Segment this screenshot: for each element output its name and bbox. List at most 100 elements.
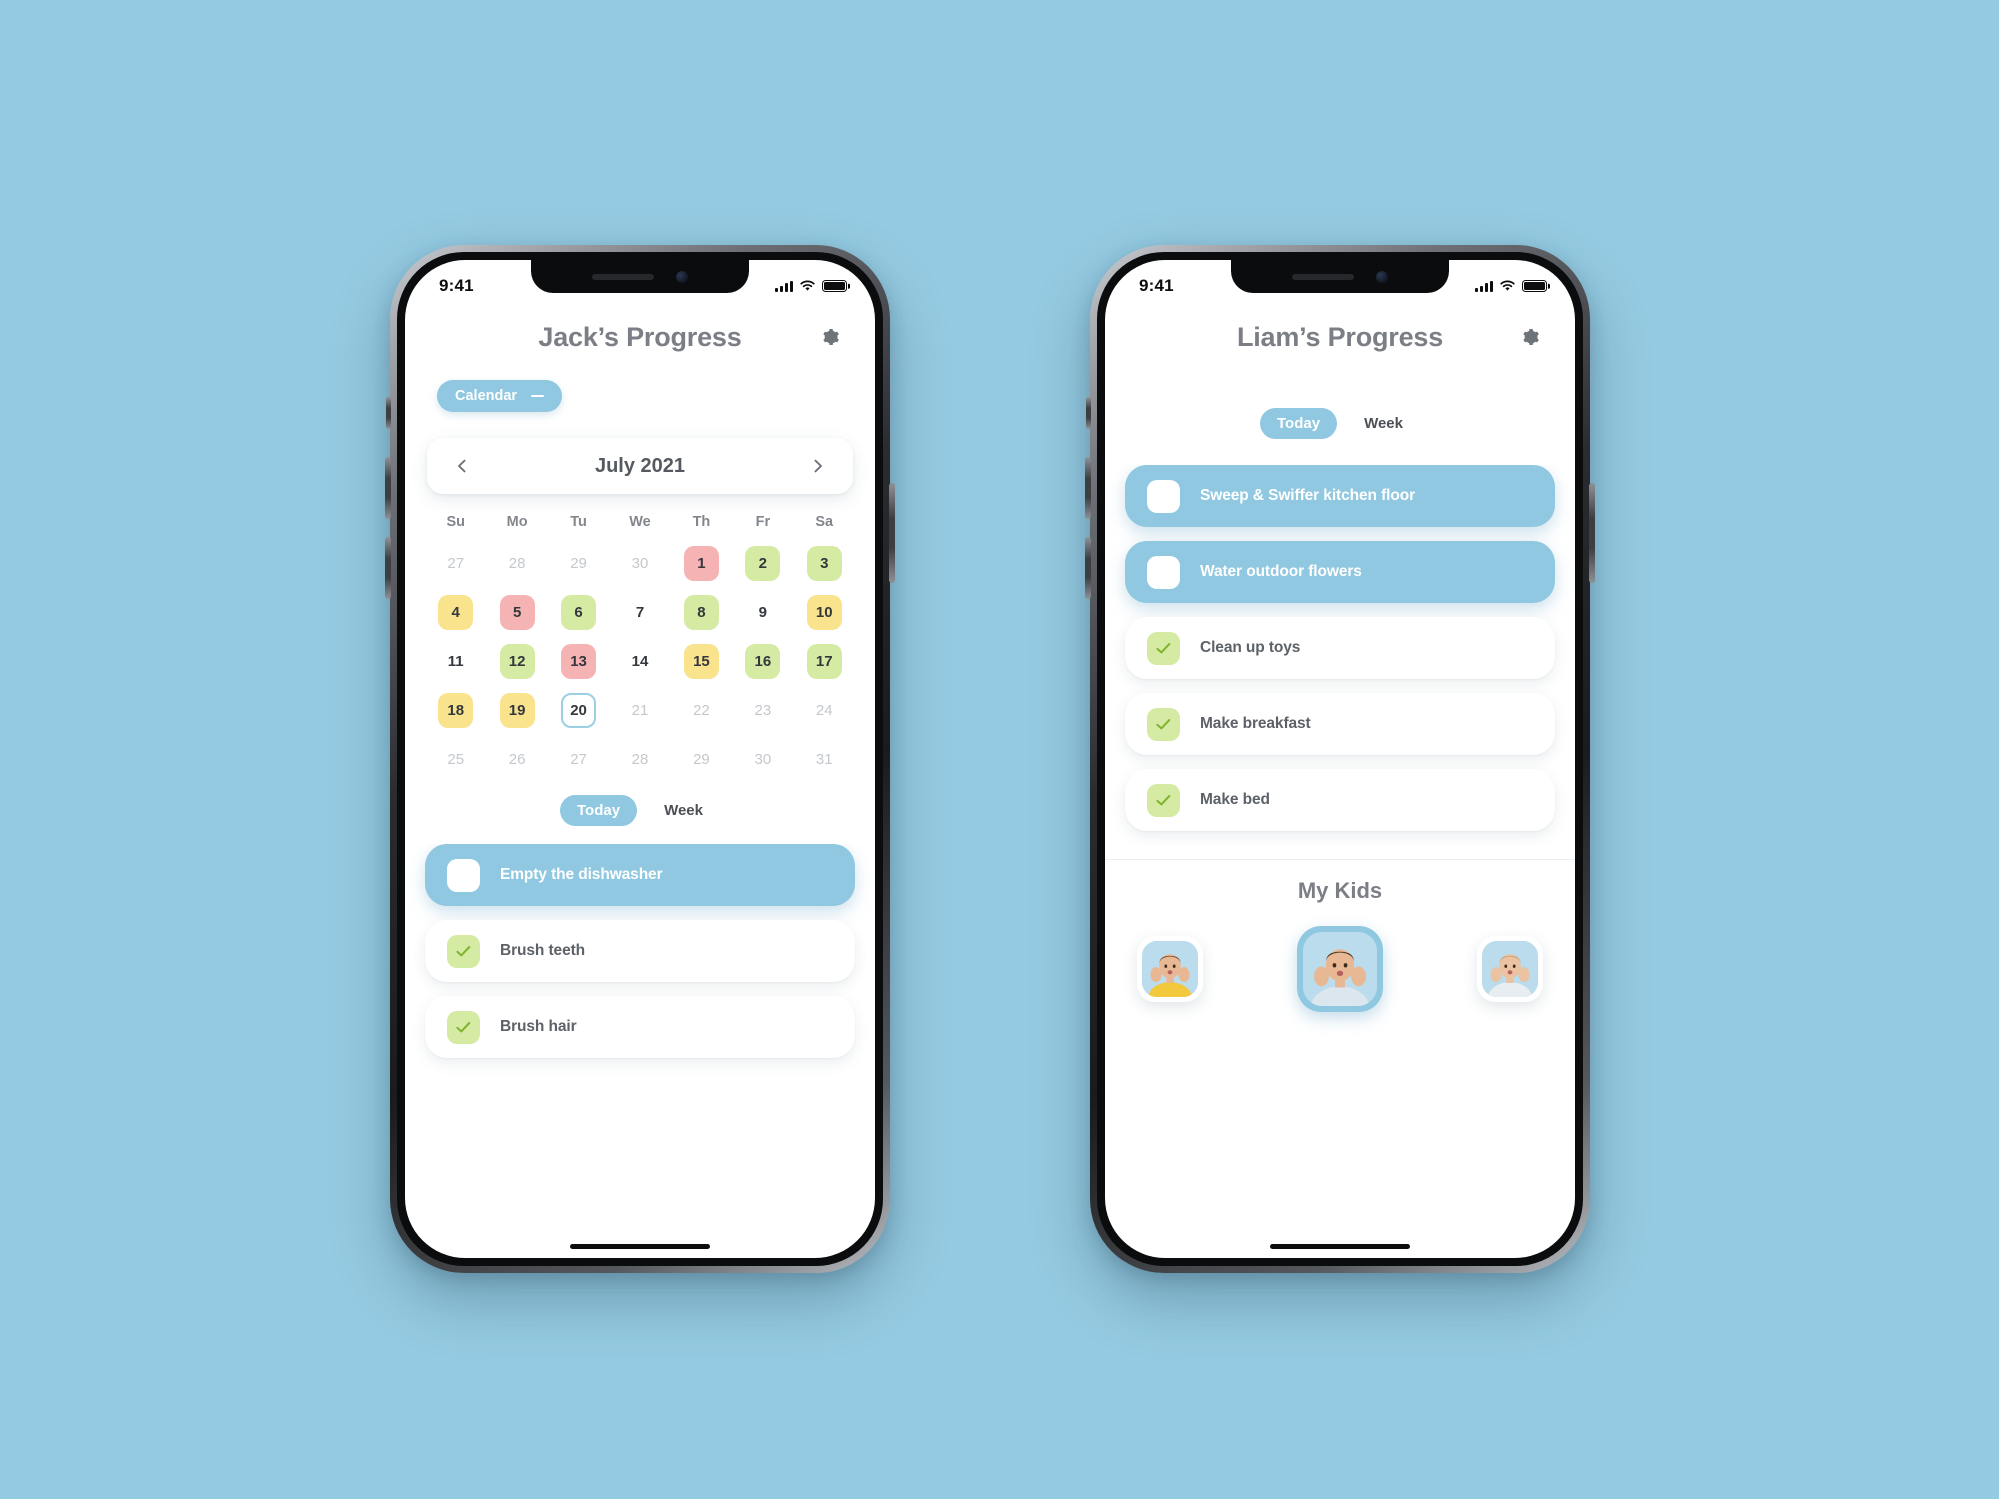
calendar-day-cell[interactable]: 23 [732, 687, 793, 733]
calendar-day-cell[interactable]: 31 [794, 736, 855, 782]
calendar-day-cell[interactable]: 6 [548, 589, 609, 635]
calendar-day-cell[interactable]: 27 [425, 540, 486, 586]
calendar-day-cell[interactable]: 9 [732, 589, 793, 635]
calendar-day-cell[interactable]: 28 [486, 540, 547, 586]
calendar-day-cell[interactable]: 5 [486, 589, 547, 635]
calendar-day-4[interactable]: 4 [438, 594, 474, 630]
task-checkbox-checked[interactable] [1147, 631, 1180, 665]
calendar-day-29[interactable]: 29 [561, 546, 596, 581]
silent-switch[interactable] [386, 397, 391, 429]
kid-avatar-3[interactable] [1477, 936, 1543, 1002]
calendar-day-11[interactable]: 11 [438, 644, 473, 679]
calendar-day-cell[interactable]: 30 [732, 736, 793, 782]
task-row[interactable]: Brush hair [425, 996, 855, 1058]
calendar-day-3[interactable]: 3 [806, 545, 842, 581]
calendar-day-cell[interactable]: 7 [609, 589, 670, 635]
calendar-day-cell[interactable]: 29 [548, 540, 609, 586]
kid-avatar-1[interactable] [1137, 936, 1203, 1002]
calendar-day-21[interactable]: 21 [622, 693, 657, 728]
calendar-day-cell[interactable]: 29 [671, 736, 732, 782]
calendar-day-5[interactable]: 5 [499, 594, 535, 630]
tab-today[interactable]: Today [560, 795, 638, 826]
calendar-day-cell[interactable]: 8 [671, 589, 732, 635]
calendar-day-28[interactable]: 28 [622, 742, 657, 777]
task-checkbox-checked[interactable] [447, 934, 480, 968]
calendar-day-1[interactable]: 1 [683, 545, 719, 581]
calendar-day-cell[interactable]: 2 [732, 540, 793, 586]
calendar-day-13[interactable]: 13 [561, 643, 597, 679]
task-checkbox-checked[interactable] [447, 1010, 480, 1044]
calendar-day-cell[interactable]: 3 [794, 540, 855, 586]
task-row[interactable]: Brush teeth [425, 920, 855, 982]
task-row[interactable]: Make bed [1125, 769, 1555, 831]
volume-down-button[interactable] [1085, 537, 1091, 599]
calendar-day-28[interactable]: 28 [500, 546, 535, 581]
task-checkbox-unchecked[interactable] [447, 858, 480, 892]
calendar-day-cell[interactable]: 18 [425, 687, 486, 733]
gear-icon[interactable] [1515, 322, 1545, 352]
calendar-day-15[interactable]: 15 [683, 643, 719, 679]
task-checkbox-unchecked[interactable] [1147, 555, 1180, 589]
calendar-day-cell[interactable]: 27 [548, 736, 609, 782]
calendar-day-cell[interactable]: 28 [609, 736, 670, 782]
volume-up-button[interactable] [1085, 457, 1091, 519]
power-button[interactable] [889, 483, 895, 583]
tab-week[interactable]: Week [647, 795, 720, 826]
home-indicator[interactable] [1270, 1244, 1410, 1249]
task-row[interactable]: Make breakfast [1125, 693, 1555, 755]
calendar-day-14[interactable]: 14 [622, 644, 657, 679]
volume-down-button[interactable] [385, 537, 391, 599]
calendar-day-22[interactable]: 22 [684, 693, 719, 728]
calendar-day-31[interactable]: 31 [807, 742, 842, 777]
calendar-day-cell[interactable]: 14 [609, 638, 670, 684]
calendar-day-2[interactable]: 2 [745, 545, 781, 581]
calendar-day-26[interactable]: 26 [500, 742, 535, 777]
calendar-day-30[interactable]: 30 [622, 546, 657, 581]
chevron-left-icon[interactable] [449, 453, 475, 479]
chevron-right-icon[interactable] [805, 453, 831, 479]
task-row[interactable]: Empty the dishwasher [425, 844, 855, 906]
calendar-day-cell[interactable]: 16 [732, 638, 793, 684]
tab-today[interactable]: Today [1260, 408, 1338, 439]
calendar-day-cell[interactable]: 25 [425, 736, 486, 782]
calendar-day-27[interactable]: 27 [438, 546, 473, 581]
task-checkbox-checked[interactable] [1147, 707, 1180, 741]
calendar-day-cell[interactable]: 13 [548, 638, 609, 684]
calendar-day-12[interactable]: 12 [499, 643, 535, 679]
calendar-day-16[interactable]: 16 [745, 643, 781, 679]
calendar-day-8[interactable]: 8 [683, 594, 719, 630]
task-row[interactable]: Sweep & Swiffer kitchen floor [1125, 465, 1555, 527]
tab-week[interactable]: Week [1347, 408, 1420, 439]
calendar-day-cell[interactable]: 10 [794, 589, 855, 635]
calendar-toggle-pill[interactable]: Calendar [437, 380, 563, 412]
gear-icon[interactable] [815, 322, 845, 352]
task-checkbox-checked[interactable] [1147, 783, 1180, 817]
calendar-day-cell[interactable]: 19 [486, 687, 547, 733]
calendar-day-cell[interactable]: 22 [671, 687, 732, 733]
calendar-day-10[interactable]: 10 [806, 594, 842, 630]
calendar-day-27[interactable]: 27 [561, 742, 596, 777]
calendar-day-cell[interactable]: 20 [548, 687, 609, 733]
calendar-day-18[interactable]: 18 [438, 692, 474, 728]
calendar-day-9[interactable]: 9 [745, 595, 780, 630]
calendar-day-cell[interactable]: 24 [794, 687, 855, 733]
calendar-day-29[interactable]: 29 [684, 742, 719, 777]
calendar-day-cell[interactable]: 17 [794, 638, 855, 684]
kid-avatar-2[interactable] [1297, 926, 1383, 1012]
calendar-day-cell[interactable]: 11 [425, 638, 486, 684]
calendar-day-17[interactable]: 17 [806, 643, 842, 679]
task-row[interactable]: Clean up toys [1125, 617, 1555, 679]
calendar-day-19[interactable]: 19 [499, 692, 535, 728]
calendar-day-24[interactable]: 24 [807, 693, 842, 728]
calendar-day-cell[interactable]: 12 [486, 638, 547, 684]
calendar-day-cell[interactable]: 30 [609, 540, 670, 586]
calendar-day-23[interactable]: 23 [745, 693, 780, 728]
task-row[interactable]: Water outdoor flowers [1125, 541, 1555, 603]
calendar-day-cell[interactable]: 1 [671, 540, 732, 586]
home-indicator[interactable] [570, 1244, 710, 1249]
calendar-day-cell[interactable]: 26 [486, 736, 547, 782]
silent-switch[interactable] [1086, 397, 1091, 429]
calendar-day-6[interactable]: 6 [561, 594, 597, 630]
calendar-day-cell[interactable]: 4 [425, 589, 486, 635]
task-checkbox-unchecked[interactable] [1147, 479, 1180, 513]
